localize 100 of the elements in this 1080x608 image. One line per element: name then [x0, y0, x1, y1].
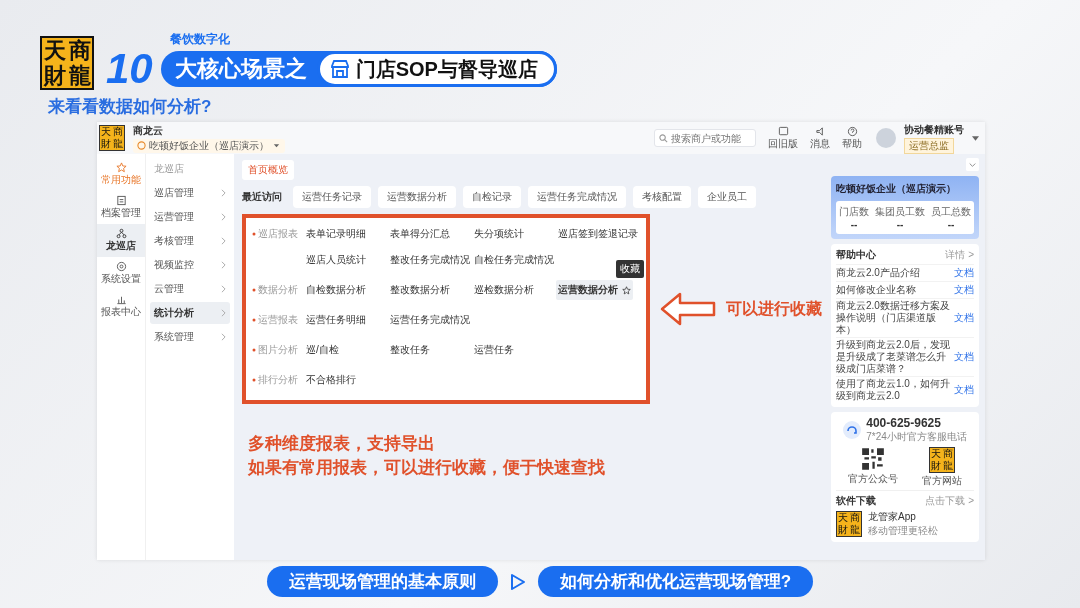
recent-chip[interactable]: 企业员工 [698, 186, 756, 208]
document-icon [115, 195, 127, 206]
help-icon [846, 125, 858, 137]
site-logo: 天 商 財 龍 [929, 447, 955, 473]
report-link[interactable]: 巡店人员统计 [304, 250, 368, 270]
menu-item[interactable]: 运营管理 [150, 206, 230, 228]
report-link[interactable]: 巡/自检 [304, 340, 341, 360]
report-link[interactable]: 运营数据分析 [556, 280, 633, 300]
report-link[interactable]: 整改任务 [388, 340, 432, 360]
rail-item[interactable]: 龙巡店 [97, 224, 145, 257]
recent-chip[interactable]: 考核配置 [633, 186, 691, 208]
star-icon[interactable] [622, 285, 631, 295]
speaker-icon [814, 125, 826, 137]
recent-chip[interactable]: 自检记录 [463, 186, 521, 208]
report-link[interactable]: 表单记录明细 [304, 224, 368, 244]
report-link[interactable]: 运营任务完成情况 [388, 310, 472, 330]
help-article[interactable]: 商龙云2.0数据迁移方案及操作说明（门店渠道版本） [836, 300, 950, 336]
chevron-right-icon [221, 213, 226, 221]
bullet-icon [252, 288, 256, 292]
download-title: 软件下载 [836, 494, 876, 508]
report-link[interactable]: 不合格排行 [304, 370, 358, 390]
report-link[interactable]: 整改数据分析 [388, 280, 452, 300]
qr-label: 官方公众号 [848, 472, 898, 486]
search-field[interactable]: 搜索商户或功能 [654, 129, 756, 147]
help-article[interactable]: 商龙云2.0产品介绍 [836, 267, 950, 279]
help-article[interactable]: 升级到商龙云2.0后，发现是升级成了老菜谱怎么升级成门店菜谱？ [836, 339, 950, 375]
phone-note: 7*24小时官方客服电话 [866, 430, 967, 444]
caret-icon[interactable] [972, 135, 979, 141]
chevron-right-icon [221, 261, 226, 269]
caret-icon [272, 141, 281, 150]
stat-label: 集团员工数 [875, 205, 925, 219]
report-link[interactable]: 巡店签到签退记录 [556, 224, 640, 244]
search-icon [659, 133, 668, 143]
rail-item[interactable]: 档案管理 [97, 191, 145, 224]
report-link[interactable]: 表单得分汇总 [388, 224, 452, 244]
callout-text: 可以进行收藏 [726, 298, 822, 319]
store-icon [329, 60, 350, 78]
app-logo: 天 商 財 龍 [99, 125, 125, 151]
stat-label: 员工总数 [931, 205, 971, 219]
doc-link[interactable]: 文档 [954, 311, 974, 325]
report-link[interactable]: 巡检数据分析 [472, 280, 536, 300]
company-dropdown[interactable]: 吃顿好饭企业（巡店演示） [133, 138, 285, 153]
recent-chip[interactable]: 运营任务完成情况 [528, 186, 626, 208]
doc-link[interactable]: 文档 [954, 283, 974, 297]
menu-title: 龙巡店 [153, 162, 185, 176]
bullet-icon [252, 318, 256, 322]
rail-item[interactable]: 系统设置 [97, 257, 145, 290]
stat-value: -- [896, 219, 904, 230]
chevron-right-icon [221, 309, 226, 317]
topic-link[interactable]: 运营现场管理的基本原则 [266, 566, 498, 597]
bullet-icon [252, 348, 256, 352]
recent-chip[interactable]: 运营任务记录 [293, 186, 371, 208]
help-title: 帮助中心 [836, 248, 876, 262]
page-tab[interactable]: 首页概览 [242, 160, 294, 180]
report-link[interactable]: 运营任务明细 [304, 310, 368, 330]
chevron-right-icon [221, 189, 226, 197]
brand-logo: 天商 財龍 [40, 36, 94, 90]
note-text: 如果有常用报表，可以进行收藏，便于快速查找 [248, 457, 606, 479]
toolbar-button[interactable]: 消息 [810, 125, 830, 151]
report-link[interactable]: 自检任务完成情况 [472, 250, 556, 270]
menu-item[interactable]: 云管理 [150, 278, 230, 300]
number-text: 10 [106, 48, 154, 90]
rail-item[interactable]: 报表中心 [97, 290, 145, 323]
recent-chip[interactable]: 运营数据分析 [378, 186, 456, 208]
settings-icon [115, 261, 127, 272]
menu-item[interactable]: 考核管理 [150, 230, 230, 252]
doc-link[interactable]: 文档 [954, 383, 974, 397]
window-icon [777, 125, 789, 137]
topic-link[interactable]: 如何分析和优化运营现场管理? [537, 566, 814, 597]
report-link[interactable]: 运营任务 [472, 340, 516, 360]
chevron-right-icon [221, 285, 226, 293]
toolbar-button[interactable]: 回旧版 [768, 125, 798, 151]
menu-item[interactable]: 视频监控 [150, 254, 230, 276]
user-name: 协动餐精账号 [904, 122, 964, 137]
toolbar-button[interactable]: 帮助 [842, 125, 862, 151]
product-name: 商龙云 [133, 123, 163, 138]
kicker-text: 餐饮数字化 [170, 31, 231, 48]
help-article[interactable]: 使用了商龙云1.0，如何升级到商龙云2.0 [836, 378, 950, 402]
chevron-right-icon [221, 333, 226, 341]
report-link[interactable]: 自检数据分析 [304, 280, 368, 300]
doc-link[interactable]: 文档 [954, 350, 974, 364]
group-label: 巡店报表 [258, 227, 298, 241]
help-article[interactable]: 如何修改企业名称 [836, 284, 950, 296]
hierarchy-icon [115, 228, 127, 239]
topic-text: 门店SOP与督导巡店 [355, 56, 538, 82]
bullet-icon [252, 378, 256, 382]
subtitle-text: 来看看数据如何分析? [48, 96, 213, 118]
group-label: 排行分析 [258, 373, 298, 387]
menu-item[interactable]: 统计分析 [150, 302, 230, 324]
menu-item[interactable]: 巡店管理 [150, 182, 230, 204]
headset-icon [843, 421, 862, 439]
report-link[interactable]: 整改任务完成情况 [388, 250, 472, 270]
report-link[interactable]: 失分项统计 [472, 224, 526, 244]
recent-label: 最近访问 [242, 190, 282, 204]
menu-item[interactable]: 系统管理 [150, 326, 230, 348]
star-icon [115, 162, 127, 173]
group-label: 数据分析 [258, 283, 298, 297]
doc-link[interactable]: 文档 [954, 266, 974, 280]
phone-number: 400-625-9625 [866, 416, 942, 430]
qr-code-icon [861, 447, 885, 471]
